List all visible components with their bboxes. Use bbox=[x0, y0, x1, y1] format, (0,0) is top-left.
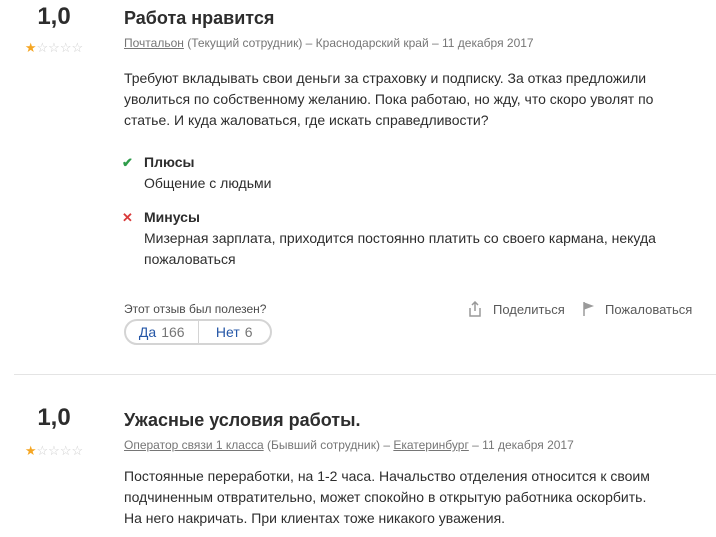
report-button[interactable]: Пожаловаться bbox=[583, 301, 692, 317]
location-link[interactable]: Екатеринбург bbox=[393, 438, 469, 452]
employment-status: (Бывший сотрудник) – bbox=[263, 438, 394, 452]
pros-text: Общение с людьми bbox=[144, 175, 272, 191]
star-icon: ☆ bbox=[59, 40, 72, 55]
check-icon: ✔ bbox=[122, 155, 133, 170]
share-label: Поделиться bbox=[493, 301, 565, 317]
star-icon: ☆ bbox=[48, 40, 60, 55]
no-label: Нет bbox=[215, 324, 240, 340]
review-meta: Оператор связи 1 класса (Бывший сотрудни… bbox=[124, 438, 574, 452]
star-icon: ☆ bbox=[48, 443, 60, 458]
star-icon: ☆ bbox=[36, 40, 49, 55]
share-button[interactable]: Поделиться bbox=[467, 301, 565, 317]
review-text: Требуют вкладывать свои деньги за страхо… bbox=[124, 70, 654, 128]
yes-count: 166 bbox=[161, 324, 185, 340]
report-label: Пожаловаться bbox=[605, 301, 693, 317]
helpful-vote-group: Да 166 Нет 6 bbox=[124, 319, 272, 345]
review-text: Постоянные переработки, на 1-2 часа. Нач… bbox=[124, 468, 650, 526]
rating-stars: ★☆☆☆☆ bbox=[0, 444, 108, 458]
job-title-link[interactable]: Оператор связи 1 класса bbox=[124, 438, 264, 452]
review-meta: Почтальон (Текущий сотрудник) – Краснода… bbox=[124, 36, 534, 50]
pros-label: Плюсы bbox=[144, 154, 195, 170]
star-icon: ★ bbox=[24, 443, 37, 458]
star-icon: ★ bbox=[24, 40, 37, 55]
review-title: Ужасные условия работы. bbox=[124, 410, 361, 430]
star-icon: ☆ bbox=[71, 40, 84, 55]
job-title-link[interactable]: Почтальон bbox=[124, 36, 184, 50]
review-location: Краснодарский край bbox=[315, 36, 429, 50]
star-icon: ☆ bbox=[59, 443, 72, 458]
rating-stars: ★☆☆☆☆ bbox=[0, 41, 108, 55]
review-card: 1,0 ★☆☆☆☆ Ужасные условия работы. Операт… bbox=[0, 375, 716, 537]
review-date: – 11 декабря 2017 bbox=[428, 36, 534, 50]
review-card: 1,0 ★☆☆☆☆ Работа нравится Почтальон (Тек… bbox=[0, 0, 716, 375]
cons-label: Минусы bbox=[144, 209, 200, 225]
no-count: 6 bbox=[244, 324, 253, 340]
review-rating: 1,0 bbox=[37, 3, 71, 30]
cross-icon: ✕ bbox=[122, 210, 133, 225]
share-icon bbox=[469, 301, 481, 317]
review-date: – 11 декабря 2017 bbox=[468, 438, 574, 452]
yes-label: Да bbox=[138, 324, 157, 340]
review-title: Работа нравится bbox=[124, 8, 275, 28]
cons-text: Мизерная зарплата, приходится постоянно … bbox=[144, 230, 656, 267]
star-icon: ☆ bbox=[36, 443, 49, 458]
helpful-no-button[interactable]: Нет 6 bbox=[199, 321, 271, 343]
employment-status: (Текущий сотрудник) – bbox=[183, 36, 316, 50]
flag-icon bbox=[583, 302, 594, 316]
helpful-yes-button[interactable]: Да 166 bbox=[126, 321, 198, 343]
star-icon: ☆ bbox=[71, 443, 84, 458]
review-rating: 1,0 bbox=[37, 404, 71, 431]
helpful-question: Этот отзыв был полезен? bbox=[124, 302, 267, 316]
